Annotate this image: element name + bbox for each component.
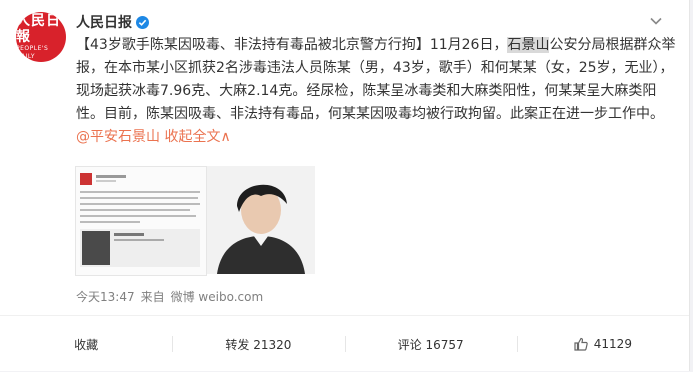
avatar[interactable]: 人民日報 PEOPLE'S DAILY <box>16 12 66 62</box>
action-bar: 收藏 转发 21320 评论 16757 41129 <box>0 315 689 372</box>
comment-label: 评论 16757 <box>397 337 464 352</box>
attached-image-screenshot[interactable] <box>75 166 207 276</box>
highlighted-keyword: 石景山 <box>507 37 550 53</box>
collapse-label: 收起全文 <box>164 129 221 145</box>
repost-label: 转发 21320 <box>225 337 292 352</box>
repost-button[interactable]: 转发 21320 <box>172 316 344 372</box>
verified-icon <box>136 15 149 29</box>
avatar-logo-text: 人民日報 <box>16 13 61 45</box>
post-meta: 今天13:47 来自 微博 weibo.com <box>76 288 263 305</box>
mention-link[interactable]: @平安石景山 <box>76 129 160 145</box>
author-name[interactable]: 人民日报 <box>76 12 132 32</box>
post-body-text: 【43岁歌手陈某因吸毒、非法持有毒品被北京警方行拘】11月26日， <box>76 37 508 53</box>
favorite-label: 收藏 <box>74 337 99 352</box>
weibo-post-card: 人民日報 PEOPLE'S DAILY 人民日报 【43岁歌手陈某因吸毒、非法持… <box>0 0 690 371</box>
thumbs-up-icon <box>574 337 588 351</box>
collapse-link[interactable]: 收起全文∧ <box>164 129 230 145</box>
like-count: 41129 <box>593 337 632 351</box>
post-source[interactable]: 微博 weibo.com <box>171 288 264 305</box>
like-button[interactable]: 41129 <box>516 316 689 372</box>
collapse-arrow-icon: ∧ <box>220 129 231 145</box>
post-time[interactable]: 今天13:47 <box>76 288 135 305</box>
post-author: 人民日报 <box>76 12 149 32</box>
comment-button[interactable]: 评论 16757 <box>344 316 517 372</box>
favorite-button[interactable]: 收藏 <box>0 316 172 372</box>
source-prefix: 来自 <box>140 290 165 304</box>
chevron-down-icon[interactable] <box>649 14 663 28</box>
attached-image-portrait[interactable] <box>207 166 315 274</box>
post-body: 【43岁歌手陈某因吸毒、非法持有毒品被北京警方行拘】11月26日，石景山公安分局… <box>76 34 676 149</box>
avatar-logo-subtext: PEOPLE'S DAILY <box>16 45 49 60</box>
